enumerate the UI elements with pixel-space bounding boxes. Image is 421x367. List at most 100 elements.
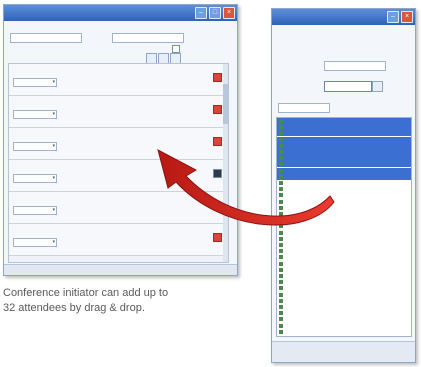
contact-status-icon (279, 137, 283, 142)
contact-row[interactable] (277, 279, 411, 285)
remove-attendee-icon[interactable] (213, 169, 222, 178)
contacts-window-titlebar[interactable]: – × (272, 9, 415, 25)
contact-status-icon (279, 218, 283, 223)
conference-window-titlebar[interactable]: – □ × (4, 5, 237, 21)
contact-status-icon (279, 119, 283, 123)
contact-status-icon (279, 125, 283, 130)
maximize-button[interactable]: □ (209, 7, 221, 19)
contact-status-icon (279, 174, 283, 179)
contact-status-icon (279, 131, 283, 136)
attendee-type-select[interactable] (13, 78, 57, 87)
scrollbar-thumb[interactable] (223, 84, 228, 124)
contact-row[interactable] (277, 142, 411, 149)
contacts-bottom-toolbar (272, 341, 415, 362)
contact-row[interactable] (277, 118, 411, 124)
conference-name-field[interactable] (10, 33, 82, 43)
contact-row[interactable] (277, 186, 411, 192)
contact-row[interactable] (277, 316, 411, 322)
contacts-minimize-button[interactable]: – (387, 11, 399, 23)
remove-attendee-icon[interactable] (213, 105, 222, 114)
contact-row[interactable] (277, 173, 411, 180)
contact-row[interactable] (277, 180, 411, 186)
contact-status-icon (279, 187, 283, 192)
contacts-close-button[interactable]: × (401, 11, 413, 23)
attendee-type-select[interactable] (13, 174, 57, 183)
contact-row[interactable] (277, 211, 411, 217)
contact-status-icon (279, 230, 283, 235)
contact-status-icon (279, 280, 283, 285)
attendee-row[interactable] (9, 128, 228, 160)
contact-row[interactable] (277, 254, 411, 260)
conference-window: – □ × (3, 4, 238, 276)
contact-status-icon (279, 205, 283, 210)
contact-row[interactable] (277, 329, 411, 335)
remove-attendee-icon[interactable] (213, 137, 222, 146)
contact-row[interactable] (277, 323, 411, 329)
attendee-type-select[interactable] (13, 206, 57, 215)
contacts-toolbar-row-2 (275, 47, 410, 57)
contacts-search-input[interactable] (324, 81, 372, 92)
contact-row[interactable] (277, 273, 411, 279)
contact-row[interactable] (277, 149, 411, 155)
caption: Conference initiator can add up to 32 at… (3, 286, 243, 316)
attendee-list-scrollbar[interactable] (223, 64, 228, 262)
contact-row[interactable] (277, 130, 411, 137)
contact-row[interactable] (277, 230, 411, 236)
contact-row[interactable] (277, 248, 411, 254)
contact-row[interactable] (277, 304, 411, 310)
attendee-type-select[interactable] (13, 142, 57, 151)
contacts-search-button[interactable] (372, 81, 383, 92)
contact-row[interactable] (277, 217, 411, 223)
contact-status-icon (279, 224, 283, 229)
contacts-filter-field[interactable] (324, 61, 386, 71)
contact-row[interactable] (277, 261, 411, 267)
contact-status-icon (279, 255, 283, 260)
contacts-window: – × (271, 8, 416, 363)
contact-row[interactable] (277, 267, 411, 273)
attendee-type-select[interactable] (13, 238, 57, 247)
contacts-toolbar-row-1 (275, 31, 410, 41)
attendee-row[interactable] (9, 64, 228, 96)
minimize-button[interactable]: – (195, 7, 207, 19)
attendee-row[interactable] (9, 192, 228, 224)
attendee-row[interactable] (9, 160, 228, 192)
contact-row[interactable] (277, 167, 411, 174)
contact-status-icon (279, 143, 283, 148)
remove-attendee-icon[interactable] (213, 73, 222, 82)
contact-status-icon (279, 199, 283, 204)
caption-line-2: 32 attendees by drag & drop. (3, 302, 145, 314)
contacts-grid (276, 117, 412, 337)
contact-row[interactable] (277, 310, 411, 316)
attendee-row[interactable] (9, 96, 228, 128)
contact-status-icon (279, 329, 283, 334)
contact-status-icon (279, 317, 283, 322)
contact-row[interactable] (277, 242, 411, 248)
contact-row[interactable] (277, 292, 411, 298)
contact-row[interactable] (277, 285, 411, 291)
contact-row[interactable] (277, 236, 411, 242)
contact-status-icon (279, 150, 283, 154)
attendee-type-select[interactable] (13, 110, 57, 119)
contact-status-icon (279, 193, 283, 198)
contact-row[interactable] (277, 223, 411, 229)
option-checkbox[interactable] (172, 45, 180, 53)
attendee-row[interactable] (9, 224, 228, 256)
contact-status-icon (279, 267, 283, 272)
contact-row[interactable] (277, 155, 411, 162)
conference-option-field[interactable] (112, 33, 184, 43)
contacts-group-select[interactable] (278, 103, 330, 113)
contact-row[interactable] (277, 124, 411, 131)
contact-row[interactable] (277, 199, 411, 205)
contact-row[interactable] (277, 161, 411, 168)
contact-status-icon (279, 249, 283, 254)
contact-row[interactable] (277, 298, 411, 304)
remove-attendee-icon[interactable] (213, 233, 222, 242)
close-button[interactable]: × (223, 7, 235, 19)
contact-status-icon (279, 305, 283, 309)
contact-status-icon (279, 298, 283, 303)
contact-row[interactable] (277, 205, 411, 211)
contact-status-icon (279, 162, 283, 167)
contact-row[interactable] (277, 192, 411, 198)
conference-top-form (8, 27, 231, 64)
contact-row[interactable] (277, 136, 411, 143)
